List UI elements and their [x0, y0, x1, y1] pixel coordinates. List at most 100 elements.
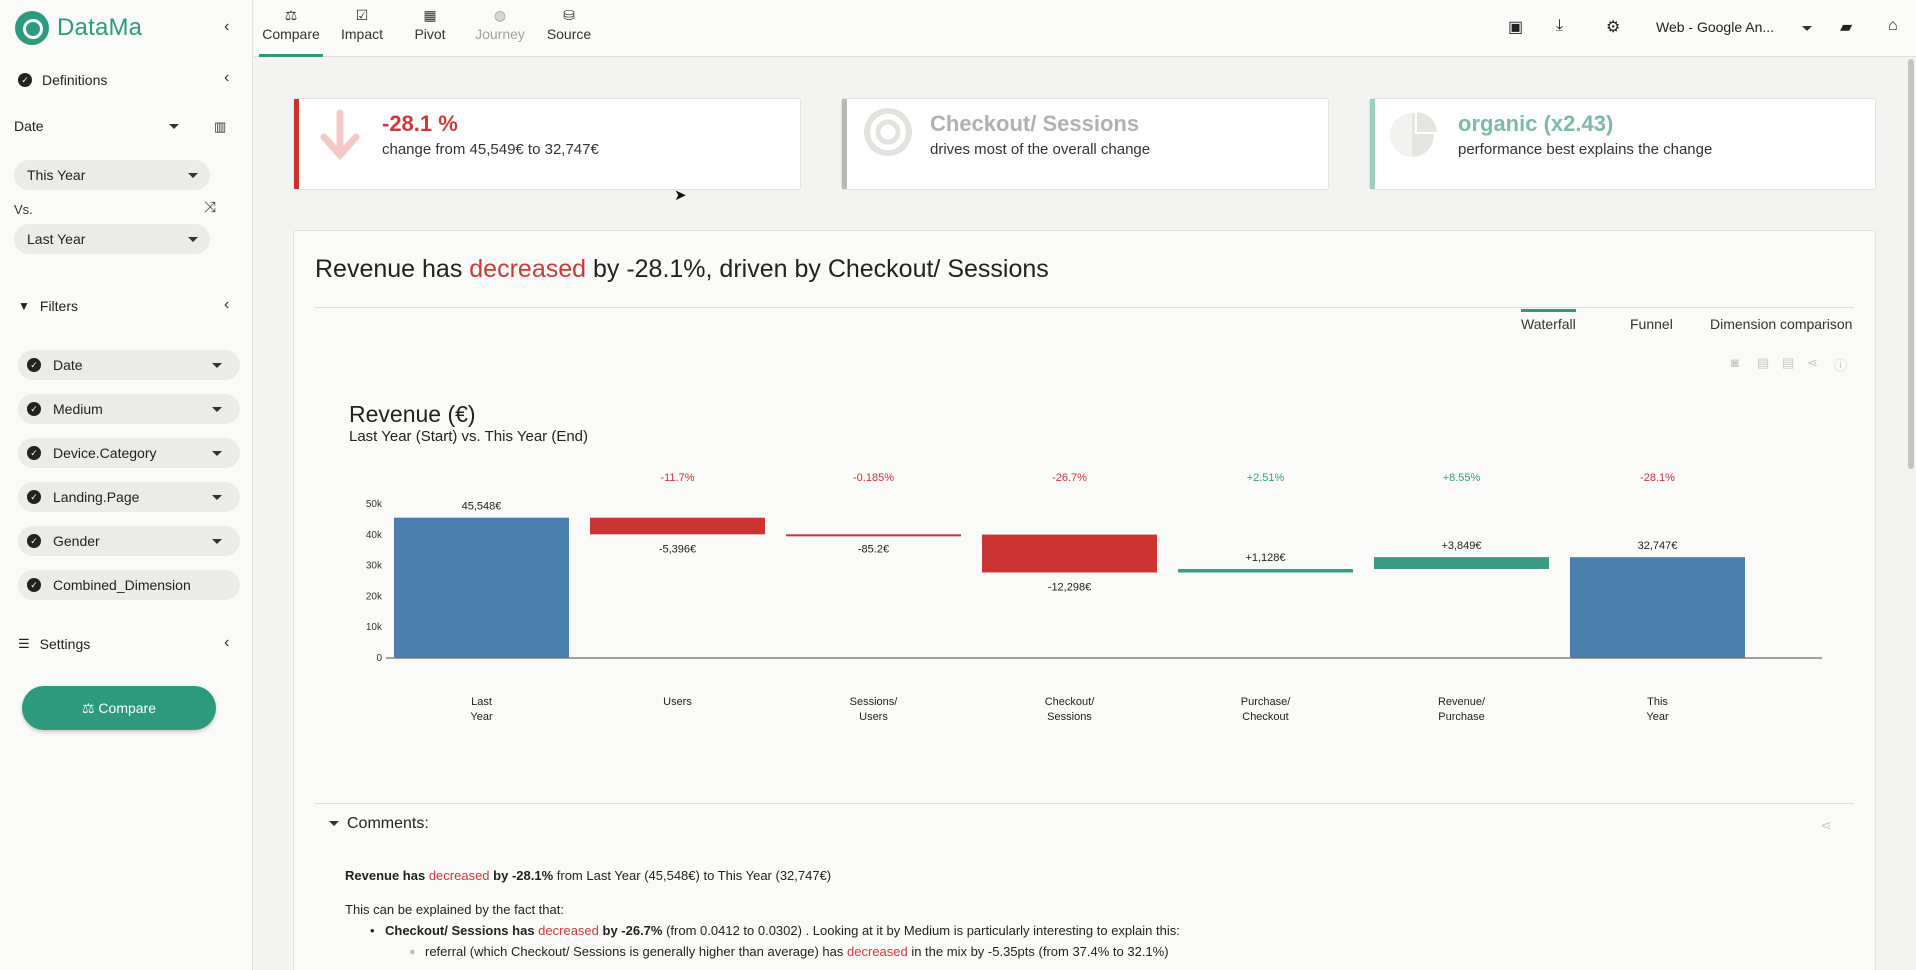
kpi-driver-card: Checkout/ Sessions drives most of the ov…: [841, 98, 1329, 190]
chart-icon[interactable]: ▥: [214, 119, 226, 135]
waterfall-chart: 0 10k 20k 30k 40k 50k 45,548€ Last Year -5,396€ -1…: [366, 472, 1822, 723]
tab-waterfall[interactable]: Waterfall: [1521, 309, 1576, 332]
tab-label: Compare: [262, 26, 320, 42]
comparison-select[interactable]: Last Year: [14, 224, 210, 254]
info-icon[interactable]: ⓘ: [1834, 355, 1847, 374]
period-select[interactable]: This Year: [14, 160, 210, 190]
tab-journey[interactable]: ◍ Journey: [464, 0, 536, 57]
comments-header[interactable]: Comments:: [329, 815, 429, 833]
filter-icon: ▼: [18, 299, 30, 313]
chevron-down-icon: [212, 363, 222, 368]
datasource-select[interactable]: Web - Google An...: [1656, 19, 1774, 35]
check-icon: ✓: [27, 578, 41, 592]
mouse-cursor-icon: ➤: [674, 187, 687, 204]
table-icon: ▦: [423, 7, 437, 23]
bar-value-label: 45,548€: [462, 501, 502, 513]
x-tick-label: Purchase/: [1241, 696, 1291, 708]
file-icon[interactable]: ▤: [1757, 355, 1769, 371]
collapse-sidebar-icon[interactable]: ‹: [224, 18, 229, 36]
y-tick-label: 10k: [366, 622, 383, 633]
scrollbar[interactable]: [1906, 57, 1916, 970]
bar-pct-label: -11.7%: [660, 472, 694, 484]
tab-source[interactable]: ⛁ Source: [538, 0, 600, 57]
x-tick-label: This: [1647, 696, 1668, 708]
settings-label: Settings: [39, 636, 91, 652]
chevron-down-icon: [169, 124, 179, 129]
camera-icon[interactable]: ◙: [1731, 355, 1739, 370]
bar-value-label: +3,849€: [1441, 540, 1481, 552]
filters-header[interactable]: ▼ Filters: [18, 298, 78, 314]
divider: [315, 803, 1854, 804]
chevron-down-icon: [188, 237, 198, 242]
filter-label: Landing.Page: [53, 489, 140, 505]
headline-verb: decreased: [469, 255, 587, 283]
collapse-definitions-icon[interactable]: ‹: [224, 69, 229, 87]
gear-icon[interactable]: ⚙: [1606, 17, 1620, 37]
bar-pct-label: -28.1%: [1640, 472, 1675, 484]
compare-button[interactable]: ⚖ Compare: [22, 686, 216, 730]
headline-post: by -28.1%, driven by Checkout/ Sessions: [586, 255, 1049, 283]
check-icon: ✓: [27, 402, 41, 416]
check-icon: ✓: [27, 358, 41, 372]
save-icon[interactable]: ▣: [1508, 17, 1523, 37]
filter-medium[interactable]: ✓ Medium: [18, 394, 240, 424]
logo[interactable]: DataMa: [15, 11, 142, 45]
filter-combined-dimension[interactable]: ✓ Combined_Dimension: [18, 570, 240, 600]
kpi-change-card: -28.1 % change from 45,549€ to 32,747€: [293, 98, 801, 190]
tab-dimension-comparison[interactable]: Dimension comparison: [1710, 316, 1852, 332]
scale-icon: ⚖: [81, 700, 95, 716]
swap-icon[interactable]: ⤨: [204, 199, 216, 216]
check-icon: ✓: [27, 490, 41, 504]
kpi-segment-value: organic (x2.43): [1458, 111, 1614, 136]
comment-text: in the mix by -5.35pts (from 37.4% to 32…: [907, 944, 1169, 959]
compare-button-label: Compare: [98, 700, 157, 716]
collapse-settings-icon[interactable]: ‹: [224, 634, 229, 652]
share-icon[interactable]: ⋖: [1807, 355, 1818, 371]
filter-device-category[interactable]: ✓ Device.Category: [18, 438, 240, 468]
bar-value-label: -5,396€: [659, 543, 696, 555]
tab-funnel[interactable]: Funnel: [1630, 316, 1673, 332]
filter-landing-page[interactable]: ✓ Landing.Page: [18, 482, 240, 512]
checkbox-icon: ☑: [355, 7, 369, 23]
waterfall-bar: [982, 534, 1157, 573]
comment-text: (from 0.0412 to 0.0302) . Looking at it …: [662, 923, 1180, 938]
chevron-down-icon: [212, 495, 222, 500]
definitions-header[interactable]: ✓ Definitions: [18, 72, 107, 88]
bar-value-label: -85.2€: [858, 544, 889, 556]
bar-pct-label: -0.185%: [853, 472, 894, 484]
date-label: Date: [14, 118, 44, 134]
folder-icon[interactable]: ▰: [1840, 17, 1852, 37]
tab-pivot[interactable]: ▦ Pivot: [400, 0, 460, 57]
x-tick-label: Year: [1646, 711, 1669, 723]
tab-impact[interactable]: ☑ Impact: [331, 0, 393, 57]
tab-label: Source: [546, 26, 592, 42]
filter-gender[interactable]: ✓ Gender: [18, 526, 240, 556]
filter-label: Medium: [53, 401, 103, 417]
kpi-accent-bar: [294, 99, 299, 189]
tab-compare[interactable]: ⚖ Compare: [259, 0, 323, 57]
collapse-filters-icon[interactable]: ‹: [224, 296, 229, 314]
x-tick-label: Sessions: [1047, 711, 1092, 723]
check-icon: ✓: [27, 446, 41, 460]
waterfall-bar: [786, 534, 961, 537]
filter-label: Device.Category: [53, 445, 157, 461]
comments-title: Comments:: [347, 815, 429, 832]
settings-header[interactable]: ☰ Settings: [18, 636, 90, 652]
comment-bullet: • Checkout/ Sessions has decreased by -2…: [345, 920, 1180, 941]
x-tick-label: Revenue/: [1438, 696, 1486, 708]
spreadsheet-icon[interactable]: ▤: [1782, 355, 1794, 371]
scrollbar-thumb[interactable]: [1908, 59, 1914, 469]
filter-date[interactable]: ✓ Date: [18, 350, 240, 380]
waterfall-bar: [590, 517, 765, 535]
comment-subbullet: ◦ referral (which Checkout/ Sessions is …: [345, 941, 1180, 962]
comment-bold: Revenue has: [345, 868, 429, 883]
y-tick-label: 40k: [366, 530, 383, 541]
chevron-down-icon[interactable]: [1802, 26, 1812, 31]
date-select[interactable]: Date: [14, 118, 224, 134]
home-icon[interactable]: ⌂: [1888, 17, 1898, 35]
y-tick-label: 0: [376, 653, 382, 664]
y-tick-label: 50k: [366, 499, 383, 510]
download-icon[interactable]: ⤓: [1556, 17, 1563, 35]
bar-value-label: +1,128€: [1245, 552, 1285, 564]
share-icon[interactable]: ⋖: [1820, 817, 1832, 834]
